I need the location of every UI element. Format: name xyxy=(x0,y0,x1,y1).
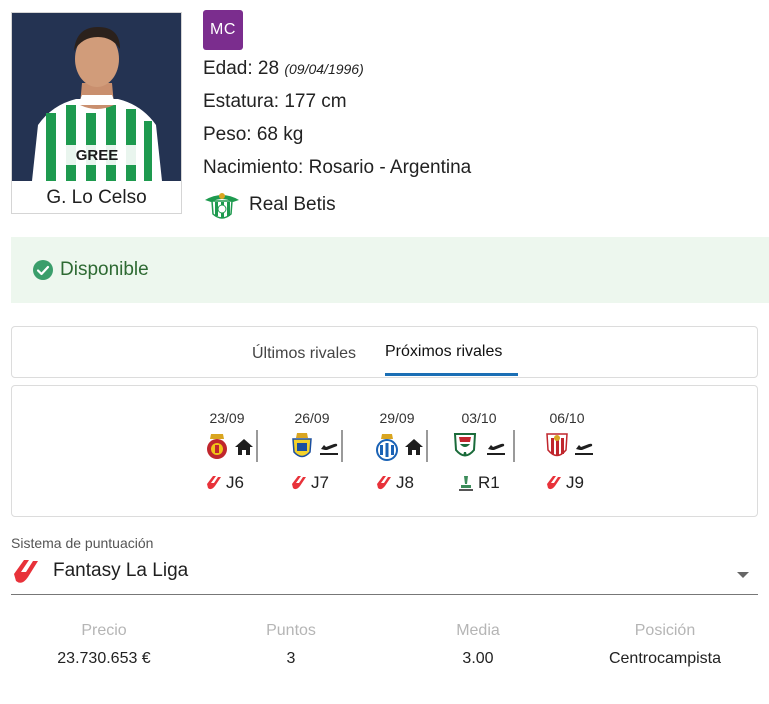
jersey-sponsor: GREE xyxy=(76,147,119,164)
scoring-system-select[interactable]: Fantasy La Liga xyxy=(11,555,758,595)
tab-last-rivals[interactable]: Últimos rivales xyxy=(252,329,356,379)
fixture-divider xyxy=(426,430,428,462)
team-name[interactable]: Real Betis xyxy=(249,192,336,218)
stat-value: 3.00 xyxy=(462,650,494,667)
fixture-round: J7 xyxy=(311,473,329,492)
fixture-item[interactable]: 29/09 J8 xyxy=(362,386,432,516)
laliga-icon xyxy=(14,560,38,583)
fixture-round: J6 xyxy=(226,473,244,492)
plane-icon xyxy=(320,443,338,455)
stat-label: Posición xyxy=(634,622,696,639)
date-of-birth: (09/04/1996) xyxy=(284,61,364,77)
stat-average: Media 3.00 xyxy=(383,620,573,670)
fixture-item[interactable]: 06/10 J9 xyxy=(532,386,602,516)
player-name: G. Lo Celso xyxy=(46,187,147,208)
availability-label: Disponible xyxy=(60,259,149,280)
fixture-date: 03/10 xyxy=(461,410,497,426)
plane-icon xyxy=(575,443,593,455)
fixture-item[interactable]: 03/10 R1 xyxy=(444,386,514,516)
home-icon xyxy=(405,439,423,455)
birthplace: Nacimiento: Rosario - Argentina xyxy=(203,157,472,178)
fixture-item[interactable]: 26/09 J7 xyxy=(277,386,347,516)
sevilla-crest-icon xyxy=(546,433,568,457)
fixture-date: 29/09 xyxy=(379,410,415,426)
fixture-round: J8 xyxy=(396,473,414,492)
fixture-round: R1 xyxy=(478,473,500,492)
fixture-date: 26/09 xyxy=(294,410,330,426)
stat-label: Puntos xyxy=(266,622,316,639)
rivals-tabs: Últimos rivales Próximos rivales xyxy=(11,326,758,378)
home-icon xyxy=(235,439,253,455)
player-photo-card: GREE G. Lo Celso xyxy=(11,12,182,214)
fixture-date: 23/09 xyxy=(209,410,245,426)
scoring-system-value: Fantasy La Liga xyxy=(53,560,189,581)
fixture-date: 06/10 xyxy=(549,410,585,426)
position-badge: MC xyxy=(203,10,243,50)
laliga-icon xyxy=(292,476,306,490)
espanyol-crest-icon xyxy=(376,434,398,461)
fixture-divider xyxy=(341,430,343,462)
laliga-icon xyxy=(547,476,561,490)
plane-icon xyxy=(487,443,505,455)
stat-value: 23.730.653 € xyxy=(57,650,151,667)
fixture-divider xyxy=(256,430,258,462)
age-row: Edad: 28 (09/04/1996) xyxy=(203,56,364,82)
age: Edad: 28 xyxy=(203,58,280,79)
stat-value: Centrocampista xyxy=(608,650,722,667)
height: Estatura: 177 cm xyxy=(203,91,347,112)
stat-price: Precio 23.730.653 € xyxy=(9,620,199,670)
weight: Peso: 68 kg xyxy=(203,124,304,145)
stat-value: 3 xyxy=(286,650,296,667)
fixture-divider xyxy=(513,430,515,462)
stat-label: Media xyxy=(456,622,500,639)
stat-position: Posición Centrocampista xyxy=(570,620,760,670)
scoring-system-label: Sistema de puntuación xyxy=(11,535,154,551)
fixture-item[interactable]: 23/09 J6 xyxy=(192,386,262,516)
upcoming-fixtures: 23/09 J6 26/09 J7 29/09 J8 03/10 R1 06/1… xyxy=(11,385,758,517)
legia-crest-icon xyxy=(453,433,477,457)
laliga-icon xyxy=(207,476,221,490)
laliga-icon xyxy=(377,476,391,490)
chevron-down-icon[interactable] xyxy=(737,572,749,578)
fixture-round: J9 xyxy=(566,473,584,492)
check-circle-icon xyxy=(33,260,53,280)
stat-points: Puntos 3 xyxy=(196,620,386,670)
availability-status: Disponible xyxy=(11,237,769,303)
real-betis-crest-icon xyxy=(205,193,239,219)
stat-label: Precio xyxy=(81,622,127,639)
mallorca-crest-icon xyxy=(207,434,227,459)
active-tab-indicator xyxy=(385,373,518,376)
tab-next-rivals[interactable]: Próximos rivales xyxy=(385,327,518,377)
player-photo: GREE xyxy=(12,13,181,181)
conference-league-icon xyxy=(459,476,473,491)
las-palmas-crest-icon xyxy=(292,433,312,458)
